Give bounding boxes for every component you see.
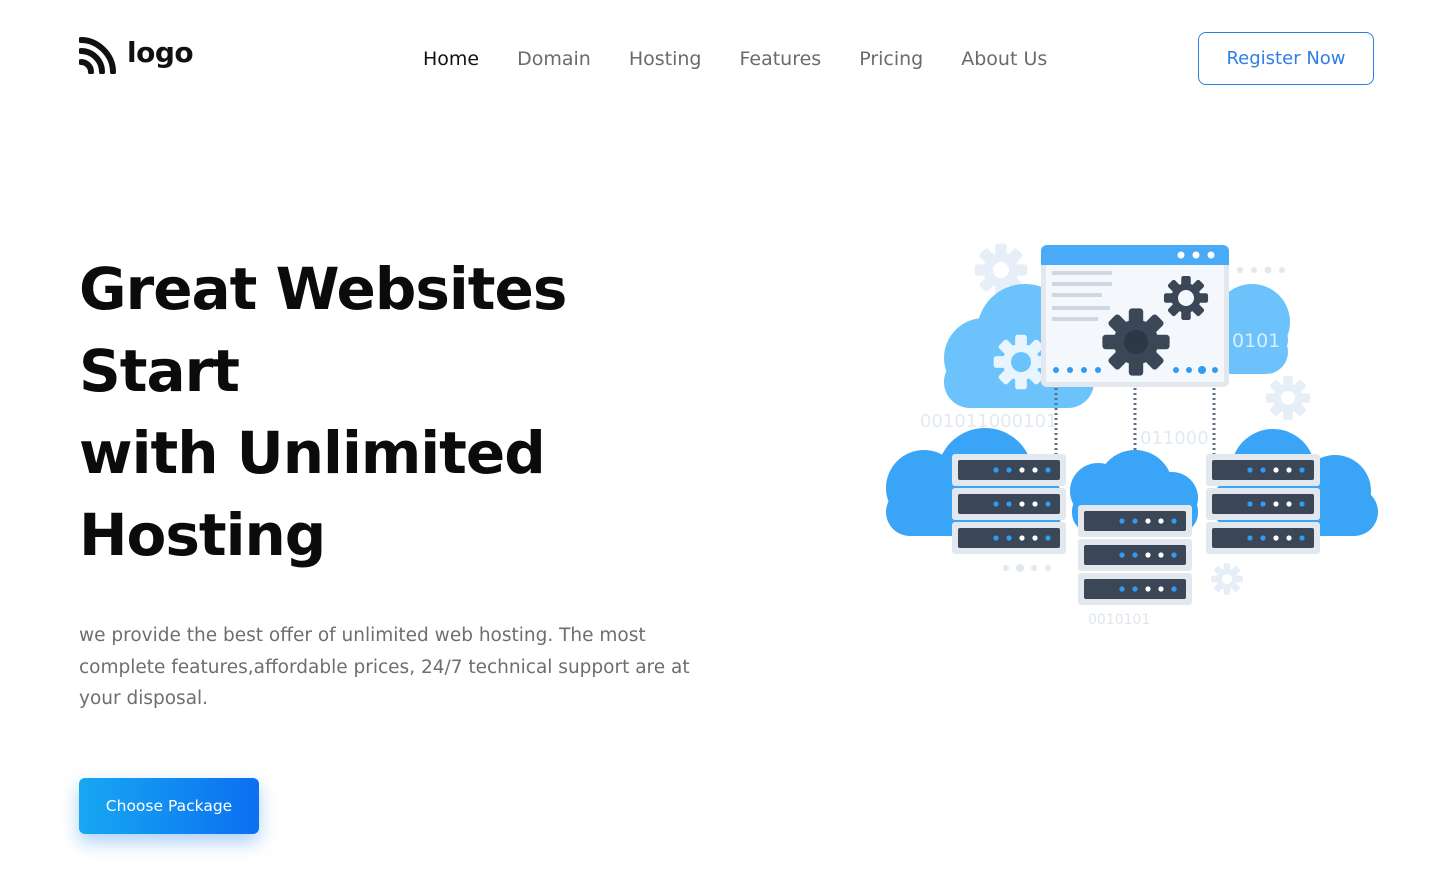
cloud-hosting-illustration: 0101 001011000101 011000 0010101 xyxy=(886,243,1378,628)
binary-label-3: 011000 xyxy=(1140,428,1209,449)
nav-item-about-us[interactable]: About Us xyxy=(961,46,1047,72)
hero-description: we provide the best offer of unlimited w… xyxy=(79,625,690,709)
browser-window xyxy=(1041,245,1229,387)
hero-title: Great Websites Start with Unlimited Host… xyxy=(79,248,739,576)
logo-text: logo xyxy=(127,36,194,69)
main-nav: Home Domain Hosting Features Pricing Abo… xyxy=(423,46,1085,72)
register-now-button[interactable]: Register Now xyxy=(1198,32,1374,85)
gear-icon xyxy=(1265,375,1311,421)
logo-icon xyxy=(79,37,116,74)
nav-item-pricing[interactable]: Pricing xyxy=(859,46,923,72)
hero-title-line-4: Hosting xyxy=(79,501,326,569)
hero-title-line-3: with Unlimited xyxy=(79,419,546,487)
server-stack-right xyxy=(1206,454,1320,554)
server-stack-left xyxy=(952,454,1066,554)
landing-page: logo Home Domain Hosting Features Pricin… xyxy=(0,0,1432,874)
binary-label-4: 0010101 xyxy=(1088,612,1150,628)
nav-item-home[interactable]: Home xyxy=(423,46,479,72)
nav-item-features[interactable]: Features xyxy=(740,46,822,72)
nav-item-hosting[interactable]: Hosting xyxy=(629,46,702,72)
server-stack-center xyxy=(1078,505,1192,605)
hero-title-line-2: Start xyxy=(79,337,240,405)
binary-label-1: 0101 xyxy=(1232,330,1280,352)
brand-logo[interactable]: logo xyxy=(79,36,194,74)
nav-item-domain[interactable]: Domain xyxy=(517,46,591,72)
hero-title-line-1: Great Websites xyxy=(79,255,567,323)
gear-icon xyxy=(1211,563,1243,595)
choose-package-button[interactable]: Choose Package xyxy=(79,778,259,834)
